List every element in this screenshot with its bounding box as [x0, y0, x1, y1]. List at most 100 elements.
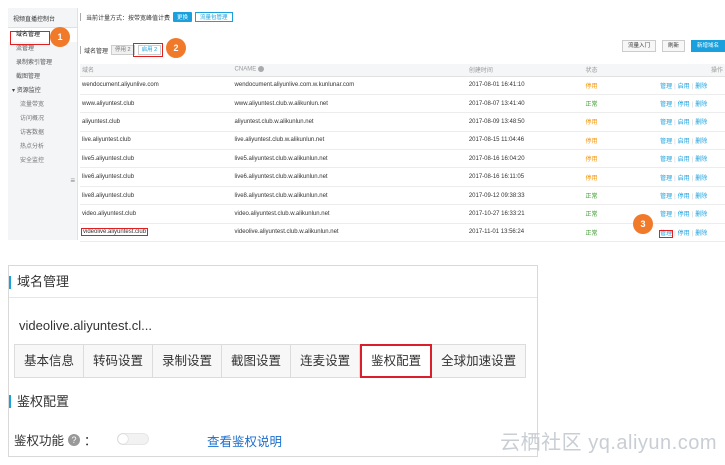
header-cname: CNAME [232, 64, 467, 77]
divider: | [674, 120, 676, 127]
tab-transcoding[interactable]: 转码设置 [84, 344, 154, 378]
auth-docs-link[interactable]: 查看鉴权说明 [207, 431, 282, 450]
manage-link[interactable]: 管理 [660, 212, 672, 218]
header-domain: 域名 [80, 64, 233, 77]
manage-link[interactable]: 管理 [660, 120, 672, 126]
section-title: 鉴权配置 [9, 388, 69, 416]
sidebar-item-traffic-bandwidth[interactable]: 流量带宽 [8, 98, 77, 112]
cell-status: 停用 [583, 131, 657, 151]
add-domain-button[interactable]: 新增域名 [690, 40, 725, 52]
manage-link-highlighted[interactable]: 管理 [659, 229, 674, 238]
cell-actions: 管理 | 停用 | 删除 [658, 223, 725, 243]
cell-domain: live8.aliyuntest.club [80, 186, 233, 206]
billing-text: 当前计量方式：按带宽峰值计费 [86, 15, 171, 22]
guide-button[interactable]: 流量入门 [621, 40, 656, 52]
help-icon[interactable]: ? [68, 433, 81, 446]
tab-authentication[interactable]: 鉴权配置 [360, 344, 433, 378]
tab-co-streaming[interactable]: 连麦设置 [291, 344, 361, 378]
cell-created: 2017-08-16 16:04:20 [466, 149, 584, 169]
cell-actions: 管理 | 启用 | 删除 [658, 149, 725, 169]
manage-link[interactable]: 管理 [660, 176, 672, 182]
enable-link[interactable]: 启用 [678, 176, 690, 182]
domain-text: wendocument.aliyunlive.com [82, 82, 159, 89]
delete-link[interactable]: 删除 [695, 120, 707, 126]
cell-domain: aliyuntest.club [80, 112, 233, 132]
delete-link[interactable]: 删除 [695, 139, 707, 145]
cell-domain: live.aliyuntest.club [80, 131, 233, 151]
header-cname-label: CNAME [234, 67, 257, 74]
delete-link[interactable]: 删除 [695, 102, 707, 108]
auth-toggle[interactable] [117, 433, 149, 445]
cell-status: 停用 [583, 112, 657, 132]
tab-basic-info[interactable]: 基本信息 [14, 344, 85, 378]
sidebar-item-recording-index[interactable]: 录制索引管理 [8, 56, 77, 70]
disable-link[interactable]: 停用 [678, 102, 690, 108]
cell-actions: 管理 | 启用 | 删除 [658, 112, 725, 132]
cell-domain: live6.aliyuntest.club [80, 167, 233, 187]
cell-cname: wendocument.aliyunlive.com.w.kunlunar.co… [232, 76, 467, 95]
tab-screenshot[interactable]: 截图设置 [222, 344, 292, 378]
sidebar-item-hotspot-analysis[interactable]: 热点分析 [8, 140, 77, 154]
detail-title: 域名管理 [9, 266, 537, 298]
table-row: www.aliyuntest.club www.aliyuntest.club.… [80, 94, 725, 114]
divider: | [691, 157, 694, 164]
enable-link[interactable]: 启用 [678, 120, 690, 126]
manage-link[interactable]: 管理 [660, 102, 672, 108]
table-header-row: 域名 CNAME 创建时间 状态 操作 [80, 64, 725, 77]
disable-link[interactable]: 停用 [678, 212, 690, 218]
cell-created: 2017-08-16 16:11:05 [466, 167, 584, 187]
tab-global-acceleration[interactable]: 全球加速设置 [432, 344, 527, 378]
step-1-badge: 1 [50, 27, 70, 47]
table-row: video.aliyuntest.club video.aliyuntest.c… [80, 204, 725, 224]
enable-link[interactable]: 启用 [678, 139, 690, 145]
cell-status: 正常 [583, 186, 657, 206]
enable-link[interactable]: 启用 [678, 84, 690, 90]
manage-link[interactable]: 管理 [660, 194, 672, 200]
highlight-enabled-filter [133, 43, 163, 57]
header-status: 状态 [583, 64, 657, 77]
enable-link[interactable]: 启用 [678, 157, 690, 163]
divider: | [674, 194, 676, 201]
table-row: live8.aliyuntest.club live8.aliyuntest.c… [80, 186, 725, 206]
delete-link[interactable]: 删除 [695, 176, 707, 182]
divider: | [674, 230, 676, 237]
sidebar-item-access-overview[interactable]: 访问概况 [8, 112, 77, 126]
sidebar-item-visitor-data[interactable]: 访客数据 [8, 126, 77, 140]
delete-link[interactable]: 删除 [695, 84, 707, 90]
tab-recording[interactable]: 录制设置 [153, 344, 223, 378]
cell-status: 停用 [583, 167, 657, 187]
manage-link[interactable]: 管理 [660, 84, 672, 90]
domain-text: live6.aliyuntest.club [82, 174, 135, 181]
divider: | [691, 212, 694, 219]
delete-link[interactable]: 删除 [695, 194, 707, 200]
sidebar-item-screenshot-management[interactable]: 截图管理 [8, 70, 77, 84]
disable-link[interactable]: 停用 [678, 194, 690, 200]
sidebar-group-label: 资源监控 [16, 88, 41, 94]
filter-disabled-chip[interactable]: 停用 2 [111, 45, 135, 55]
cell-actions: 管理 | 启用 | 删除 [658, 131, 725, 151]
sidebar-group-resource-monitor[interactable]: ▾ 资源监控 [8, 84, 77, 98]
traffic-package-button[interactable]: 流量包管理 [195, 12, 233, 22]
cell-actions: 管理 | 停用 | 删除 [658, 204, 725, 224]
divider: | [691, 230, 694, 237]
cell-created: 2017-08-15 11:04:46 [466, 131, 584, 151]
cell-domain: wendocument.aliyunlive.com [80, 76, 233, 95]
sidebar-item-security-monitor[interactable]: 安全监控 [8, 154, 77, 168]
delete-link[interactable]: 删除 [695, 231, 707, 237]
cell-domain: video.aliyuntest.club [80, 204, 233, 224]
disable-link[interactable]: 停用 [678, 231, 690, 237]
manage-link[interactable]: 管理 [660, 139, 672, 145]
cell-status: 停用 [583, 76, 657, 95]
delete-link[interactable]: 删除 [695, 157, 707, 163]
delete-link[interactable]: 删除 [695, 212, 707, 218]
change-billing-button[interactable]: 更换 [173, 12, 193, 22]
manage-link[interactable]: 管理 [660, 157, 672, 163]
cell-created: 2017-09-12 09:38:33 [466, 186, 584, 206]
sidebar-collapse-icon[interactable]: ≡ [70, 176, 75, 185]
table-row: aliyuntest.club aliyuntest.club.w.alikun… [80, 112, 725, 132]
refresh-button[interactable]: 刷新 [661, 40, 685, 52]
divider: | [691, 175, 694, 182]
divider: | [674, 102, 676, 109]
cell-created: 2017-08-07 13:41:40 [466, 94, 584, 114]
highlight-sidebar-domain [10, 31, 50, 45]
